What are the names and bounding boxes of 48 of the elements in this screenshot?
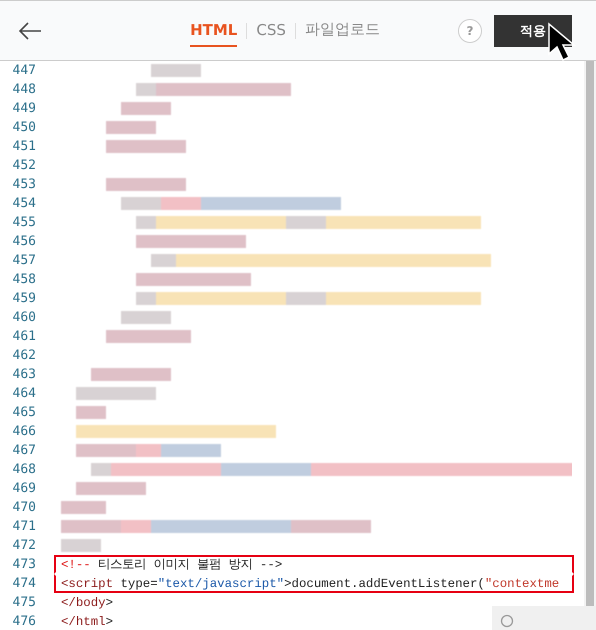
code-line: <!-- 티스토리 이미지 불펌 방지 --> (61, 557, 282, 572)
line-number: 450 (12, 120, 36, 135)
code-line: </body> (61, 596, 114, 610)
code-line: </html> (61, 614, 114, 628)
line-number: 459 (12, 291, 36, 306)
line-number: 455 (12, 215, 36, 230)
pixelated-code (76, 406, 106, 419)
pixelated-code (121, 311, 171, 324)
line-number: 464 (12, 386, 36, 401)
line-number: 469 (12, 481, 36, 496)
line-number: 465 (12, 405, 36, 420)
line-number: 476 (12, 614, 36, 629)
line-number: 449 (12, 101, 36, 116)
line-number: 467 (12, 443, 36, 458)
line-number: 466 (12, 424, 36, 439)
editor-tab[interactable]: 파일업로드 (304, 14, 380, 47)
line-number: 458 (12, 272, 36, 287)
line-number: 473 (12, 557, 36, 572)
pixelated-code (61, 539, 101, 552)
line-number: 447 (12, 63, 36, 78)
line-number: 461 (12, 329, 36, 344)
line-number: 470 (12, 500, 36, 515)
line-number: 471 (12, 519, 36, 534)
help-button[interactable]: ? (458, 18, 482, 42)
line-number: 456 (12, 234, 36, 249)
pixelated-code (76, 482, 146, 495)
pixelated-code (61, 501, 106, 514)
line-number: 454 (12, 196, 36, 211)
line-number: 474 (12, 576, 36, 591)
line-number: 463 (12, 367, 36, 382)
line-number: 472 (12, 538, 36, 553)
line-number: 452 (12, 158, 36, 173)
pixelated-code (151, 64, 201, 77)
line-number: 451 (12, 139, 36, 154)
line-number: 460 (12, 310, 36, 325)
pixelated-code (106, 121, 156, 134)
pixelated-code (121, 102, 171, 115)
code-line: <script type="text/javascript">document.addEventListener("contextme (61, 576, 560, 590)
line-number: 457 (12, 253, 36, 268)
back-arrow-icon[interactable] (18, 20, 42, 40)
line-number: 468 (12, 462, 36, 477)
line-number: 462 (12, 348, 36, 363)
line-number: 475 (12, 595, 36, 610)
editor-tab[interactable]: CSS (256, 14, 286, 46)
line-number: 448 (12, 82, 36, 97)
editor-tab[interactable]: HTML (190, 14, 238, 46)
line-number: 453 (12, 177, 36, 192)
circle-icon (500, 614, 514, 628)
